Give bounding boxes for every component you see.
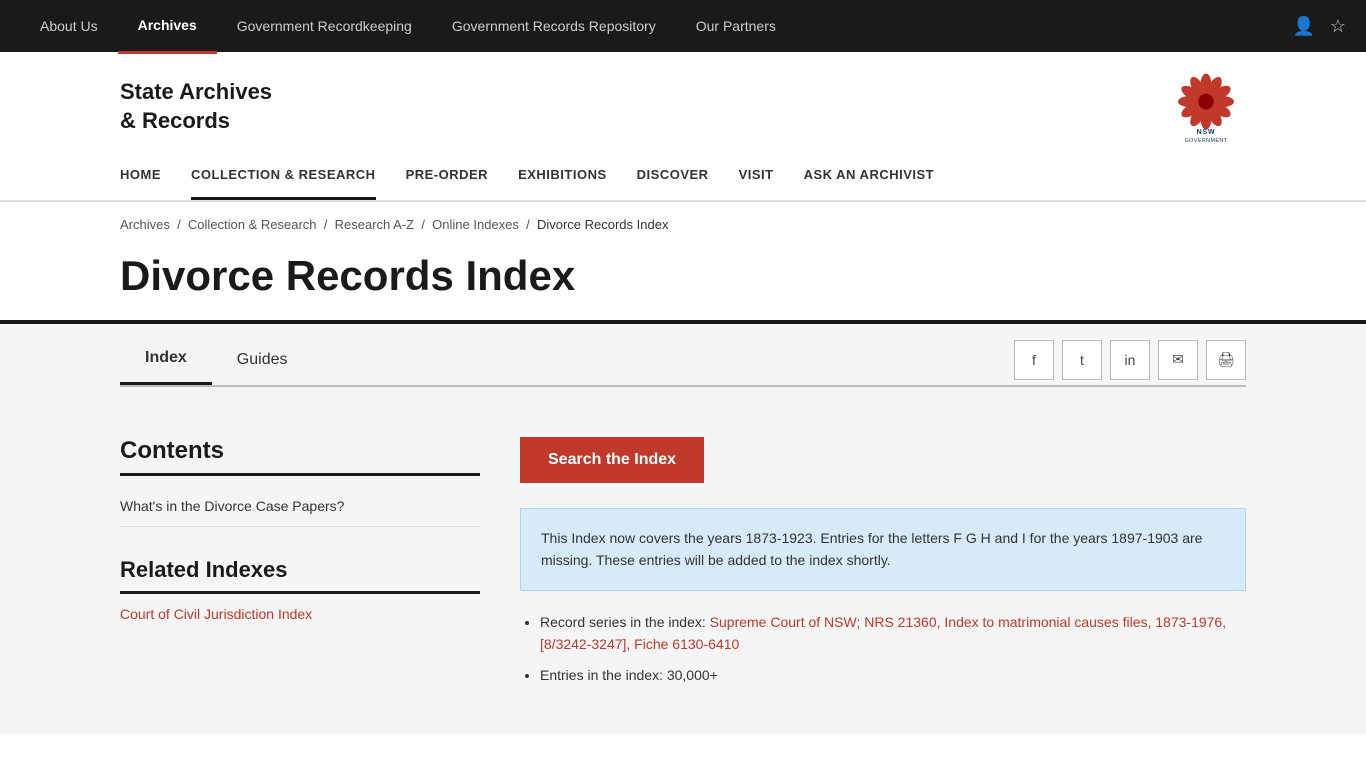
related-link-civil[interactable]: Court of Civil Jurisdiction Index <box>120 606 480 622</box>
top-navigation: About Us Archives Government Recordkeepi… <box>0 0 1366 52</box>
page-title: Divorce Records Index <box>0 247 1366 324</box>
top-nav-about-us[interactable]: About Us <box>20 0 118 52</box>
nav-ask-archivist[interactable]: ASK AN ARCHIVIST <box>804 152 935 200</box>
top-nav-icons: 👤 ☆ <box>1292 16 1346 37</box>
svg-text:GOVERNMENT: GOVERNMENT <box>1185 138 1228 142</box>
svg-text:NSW: NSW <box>1197 129 1216 136</box>
tabs: Index Guides <box>120 334 313 385</box>
breadcrumb-research-az[interactable]: Research A-Z <box>335 217 414 232</box>
print-icon: 🖨 <box>1217 351 1235 368</box>
top-nav-archives[interactable]: Archives <box>118 0 217 54</box>
left-column: Contents What's in the Divorce Case Pape… <box>120 437 480 694</box>
breadcrumb-collection-research[interactable]: Collection & Research <box>188 217 317 232</box>
top-nav-our-partners[interactable]: Our Partners <box>676 0 796 52</box>
record-series-label: Record series in the index: <box>540 614 706 630</box>
related-indexes-heading: Related Indexes <box>120 557 480 594</box>
nav-collection-research[interactable]: COLLECTION & RESEARCH <box>191 152 376 200</box>
breadcrumb-online-indexes[interactable]: Online Indexes <box>432 217 519 232</box>
contents-heading: Contents <box>120 437 480 476</box>
record-list-item: Record series in the index: Supreme Cour… <box>540 611 1246 656</box>
share-linkedin[interactable]: in <box>1110 340 1150 380</box>
top-nav-gov-recordkeeping[interactable]: Government Recordkeeping <box>217 0 432 52</box>
top-nav-links: About Us Archives Government Recordkeepi… <box>20 0 796 54</box>
email-icon: ✉ <box>1172 351 1184 368</box>
nav-home[interactable]: HOME <box>120 152 161 200</box>
content-area: Index Guides f t in ✉ 🖨 Contents <box>0 324 1366 734</box>
share-icons: f t in ✉ 🖨 <box>1014 330 1246 380</box>
top-nav-gov-records-repo[interactable]: Government Records Repository <box>432 0 676 52</box>
facebook-icon: f <box>1032 352 1036 368</box>
nav-exhibitions[interactable]: EXHIBITIONS <box>518 152 607 200</box>
entries-label: Entries in the index: 30,000+ <box>540 667 718 683</box>
nav-discover[interactable]: DISCOVER <box>637 152 709 200</box>
breadcrumb: Archives / Collection & Research / Resea… <box>0 202 1366 247</box>
nsw-government-logo: NSW GOVERNMENT <box>1166 72 1246 142</box>
site-logo: State Archives & Records <box>120 78 272 135</box>
user-icon[interactable]: 👤 <box>1292 16 1314 37</box>
twitter-icon: t <box>1080 352 1084 368</box>
nav-visit[interactable]: VISIT <box>739 152 774 200</box>
contents-link-divorce[interactable]: What's in the Divorce Case Papers? <box>120 486 480 527</box>
star-icon[interactable]: ☆ <box>1330 16 1346 37</box>
record-list: Record series in the index: Supreme Cour… <box>520 611 1246 686</box>
breadcrumb-current: Divorce Records Index <box>537 217 669 232</box>
share-twitter[interactable]: t <box>1062 340 1102 380</box>
tabs-bar: Index Guides f t in ✉ 🖨 <box>120 324 1246 385</box>
breadcrumb-archives[interactable]: Archives <box>120 217 170 232</box>
linkedin-icon: in <box>1125 352 1136 368</box>
nav-pre-order[interactable]: PRE-ORDER <box>406 152 489 200</box>
entries-count-item: Entries in the index: 30,000+ <box>540 664 1246 686</box>
tab-guides[interactable]: Guides <box>212 334 313 385</box>
search-index-button[interactable]: Search the Index <box>520 437 704 483</box>
site-header: State Archives & Records NSW GOVERNMENT <box>0 52 1366 152</box>
tab-index[interactable]: Index <box>120 334 212 385</box>
info-box: This Index now covers the years 1873-192… <box>520 508 1246 591</box>
right-column: Search the Index This Index now covers t… <box>520 437 1246 694</box>
main-content: Contents What's in the Divorce Case Pape… <box>120 417 1246 694</box>
main-navigation: HOME COLLECTION & RESEARCH PRE-ORDER EXH… <box>0 152 1366 202</box>
share-email[interactable]: ✉ <box>1158 340 1198 380</box>
share-facebook[interactable]: f <box>1014 340 1054 380</box>
print-button[interactable]: 🖨 <box>1206 340 1246 380</box>
tab-separator <box>120 385 1246 387</box>
